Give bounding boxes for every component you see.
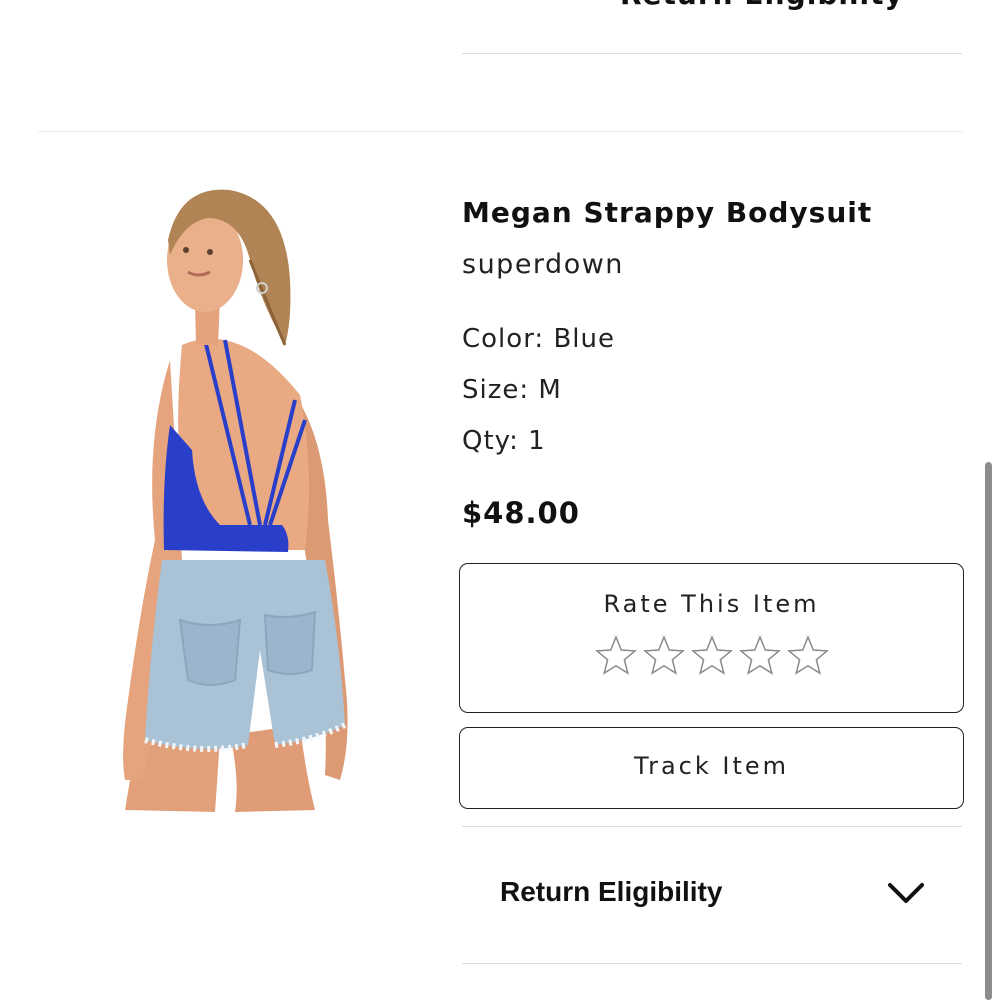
divider xyxy=(462,963,962,964)
product-size: Size: M xyxy=(462,375,562,405)
return-eligibility-toggle[interactable]: Return Eligibility xyxy=(462,856,962,932)
star-icon[interactable] xyxy=(642,634,686,678)
product-quantity: Qty: 1 xyxy=(462,426,546,456)
product-image[interactable] xyxy=(100,180,360,815)
star-icon[interactable] xyxy=(738,634,782,678)
previous-return-eligibility-label: Return Eligibility xyxy=(620,0,904,11)
star-icon[interactable] xyxy=(594,634,638,678)
product-name[interactable]: Megan Strappy Bodysuit xyxy=(462,196,872,229)
order-details-page: Return Eligibility Megan Strappy Bodysui… xyxy=(0,0,1000,1000)
divider xyxy=(462,826,962,827)
product-price: $48.00 xyxy=(462,496,580,530)
return-eligibility-label: Return Eligibility xyxy=(500,876,723,907)
chevron-down-icon[interactable] xyxy=(886,880,926,906)
rate-item-card: Rate This Item xyxy=(459,563,964,713)
brand-name[interactable]: superdown xyxy=(462,249,624,280)
star-icon[interactable] xyxy=(786,634,830,678)
track-item-label: Track Item xyxy=(633,752,790,780)
divider xyxy=(462,53,962,54)
star-rating xyxy=(460,634,963,682)
star-icon[interactable] xyxy=(690,634,734,678)
product-color: Color: Blue xyxy=(462,324,615,354)
track-item-button[interactable]: Track Item xyxy=(459,727,964,809)
rate-item-title: Rate This Item xyxy=(603,590,820,618)
item-separator xyxy=(38,131,963,132)
scrollbar[interactable] xyxy=(985,462,992,1000)
